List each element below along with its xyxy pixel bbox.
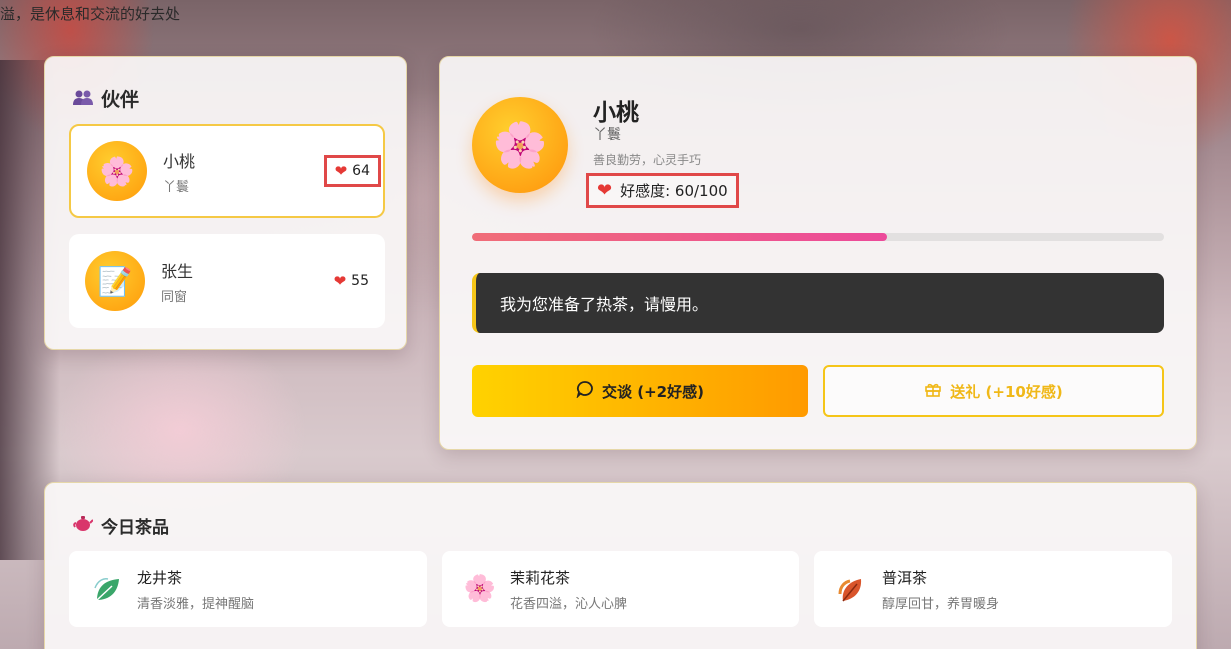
people-icon (73, 88, 93, 110)
cherry-blossom-icon: 🌸 (87, 141, 147, 201)
tea-item-longjing[interactable]: 龙井茶 清香淡雅，提神醒脑 (69, 551, 427, 627)
partners-title: 伙伴 (73, 85, 139, 112)
tea-title: 今日茶品 (73, 513, 169, 538)
header-text: 溢，是休息和交流的好去处 (0, 5, 181, 23)
tea-panel: 今日茶品 龙井茶 清香淡雅，提神醒脑 🌸 茉莉花茶 花香四溢，沁人心脾 普洱茶 … (44, 482, 1197, 649)
autumn-leaf-icon (836, 573, 868, 605)
partner-detail-panel: 🌸 小桃 丫鬟 善良勤劳，心灵手巧 ❤ 好感度: 60/100 我为您准备了热茶… (439, 56, 1197, 450)
affinity-progress-bar (472, 233, 1164, 241)
heart-icon: ❤ (334, 161, 348, 180)
affinity-progress-fill (472, 233, 888, 241)
tea-desc: 花香四溢，沁人心脾 (510, 596, 628, 612)
tea-desc: 清香淡雅，提神醒脑 (137, 596, 255, 612)
partner-card-xiaotao[interactable]: 🌸 小桃 丫鬟 ❤ 64 (69, 124, 385, 218)
heart-icon: ❤ (597, 179, 613, 201)
tea-item-jasmine[interactable]: 🌸 茉莉花茶 花香四溢，沁人心脾 (442, 551, 799, 627)
tea-item-puer[interactable]: 普洱茶 醇厚回甘，养胃暖身 (814, 551, 1172, 627)
chat-bubble-icon (576, 380, 594, 402)
partners-panel: 伙伴 🌸 小桃 丫鬟 ❤ 64 📝 张生 同窗 ❤ 55 (44, 56, 407, 350)
gift-icon (924, 380, 942, 402)
detail-affinity-text: 好感度: 60/100 (620, 182, 728, 200)
tea-name: 茉莉花茶 (510, 568, 571, 587)
cherry-blossom-icon: 🌸 (472, 97, 568, 193)
partner-affinity-value: 64 (352, 163, 370, 179)
partner-role: 同窗 (161, 289, 188, 305)
partner-card-zhangsheng[interactable]: 📝 张生 同窗 ❤ 55 (69, 234, 385, 328)
green-leaf-icon (91, 573, 123, 605)
tea-name: 龙井茶 (137, 568, 183, 587)
partner-name: 小桃 (163, 151, 196, 171)
partner-affinity-value: 55 (351, 273, 369, 289)
talk-button-label: 交谈 (+2好感) (602, 382, 704, 401)
dialog-box: 我为您准备了热茶，请慢用。 (472, 273, 1164, 333)
teapot-icon (73, 514, 94, 537)
memo-pencil-icon: 📝 (85, 251, 145, 311)
partners-title-label: 伙伴 (101, 89, 140, 111)
gift-button[interactable]: 送礼 (+10好感) (823, 365, 1164, 417)
tea-desc: 醇厚回甘，养胃暖身 (882, 596, 1000, 612)
partner-affinity: ❤ 64 (323, 155, 381, 187)
tea-name: 普洱茶 (882, 568, 928, 587)
partner-name: 张生 (161, 261, 194, 281)
cherry-blossom-icon: 🌸 (463, 574, 497, 604)
tea-title-label: 今日茶品 (101, 518, 169, 538)
detail-name: 小桃 (593, 99, 639, 126)
heart-icon: ❤ (333, 271, 347, 290)
detail-affinity: ❤ 好感度: 60/100 (586, 173, 739, 208)
detail-role: 丫鬟 (593, 127, 621, 143)
detail-description: 善良勤劳，心灵手巧 (593, 153, 702, 167)
partner-affinity: ❤ 55 (334, 273, 369, 289)
partner-role: 丫鬟 (163, 179, 190, 195)
talk-button[interactable]: 交谈 (+2好感) (472, 365, 808, 417)
gift-button-label: 送礼 (+10好感) (950, 382, 1063, 401)
